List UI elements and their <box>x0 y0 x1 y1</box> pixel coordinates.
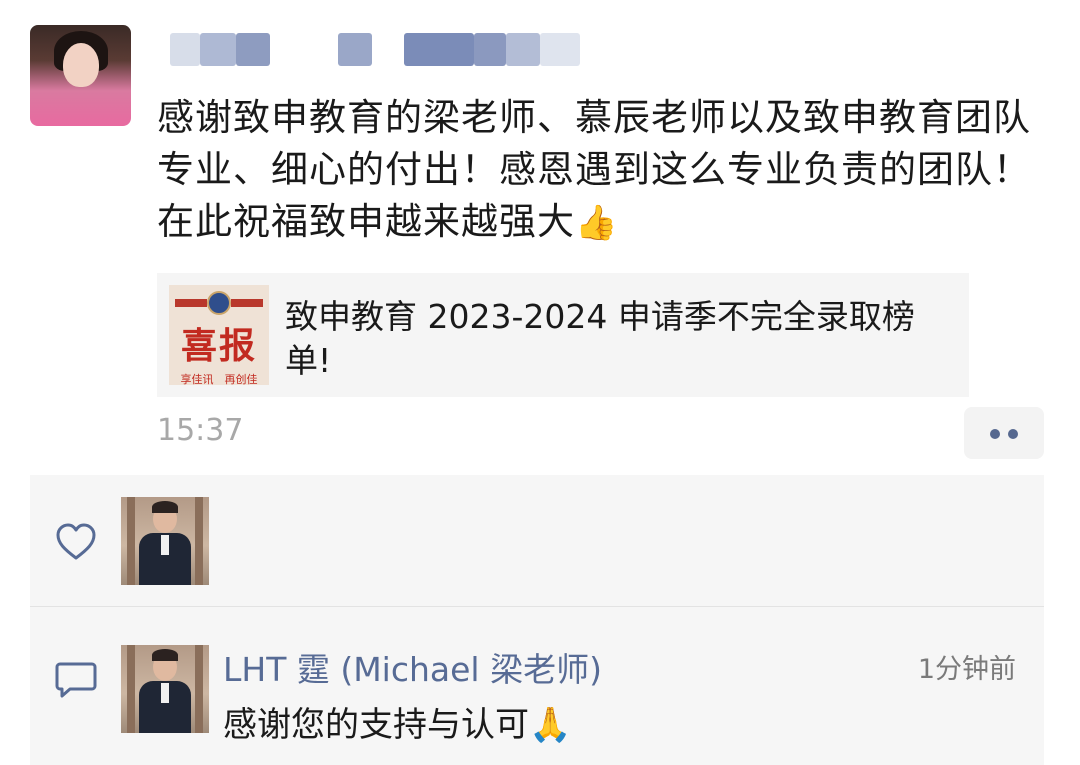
thumb-wing-left <box>175 299 207 307</box>
link-title: 致申教育 2023-2024 申请季不完全录取榜单! <box>285 297 915 380</box>
heart-outline-icon <box>56 523 96 560</box>
liker-avatar[interactable] <box>121 497 209 585</box>
pray-emoji: 🙏 <box>529 705 572 745</box>
avatar-shirt <box>161 683 169 703</box>
panel-divider <box>30 606 1044 607</box>
bg-tree <box>127 497 135 585</box>
speech-bubble-icon <box>55 662 97 698</box>
bg-tree <box>195 497 203 585</box>
comment-time: 1分钟前 <box>917 654 1016 685</box>
dot <box>1008 429 1018 439</box>
avatar-face <box>63 43 99 87</box>
likes-comments-panel: LHT 霆 (Michael 梁老师) 1分钟前 感谢您的支持与认可🙏 <box>30 475 1044 765</box>
thumb-title: 喜报 <box>180 325 257 367</box>
avatar-hair <box>152 501 178 513</box>
poster-avatar[interactable] <box>30 25 131 126</box>
bg-tree <box>195 645 203 733</box>
post-text: 感谢致申教育的梁老师、慕辰老师以及致申教育团队专业、细心的付出！感恩遇到这么专业… <box>157 92 1047 249</box>
thumb-caption: 享佳讯 再创佳 <box>180 373 258 385</box>
thumb-wing-right <box>231 299 263 307</box>
more-dots-icon[interactable] <box>964 407 1044 459</box>
thumb-emblem-icon <box>207 291 231 315</box>
thumbs-up-emoji: 👍 <box>575 203 619 243</box>
commenter-avatar[interactable] <box>121 645 209 733</box>
dot <box>990 429 1000 439</box>
post-timestamp: 15:37 <box>157 413 244 448</box>
shared-link-card[interactable]: 喜报 享佳讯 再创佳 致申教育 2023-2024 申请季不完全录取榜单! <box>157 273 969 397</box>
avatar-shirt <box>161 535 169 555</box>
comment-text-content: 感谢您的支持与认可 <box>223 705 529 745</box>
comment-text[interactable]: 感谢您的支持与认可🙏 <box>223 697 571 746</box>
commenter-name[interactable]: LHT 霆 (Michael 梁老师) <box>223 643 602 691</box>
bg-tree <box>127 645 135 733</box>
link-thumbnail: 喜报 享佳讯 再创佳 <box>169 285 269 385</box>
avatar-hair <box>152 649 178 661</box>
